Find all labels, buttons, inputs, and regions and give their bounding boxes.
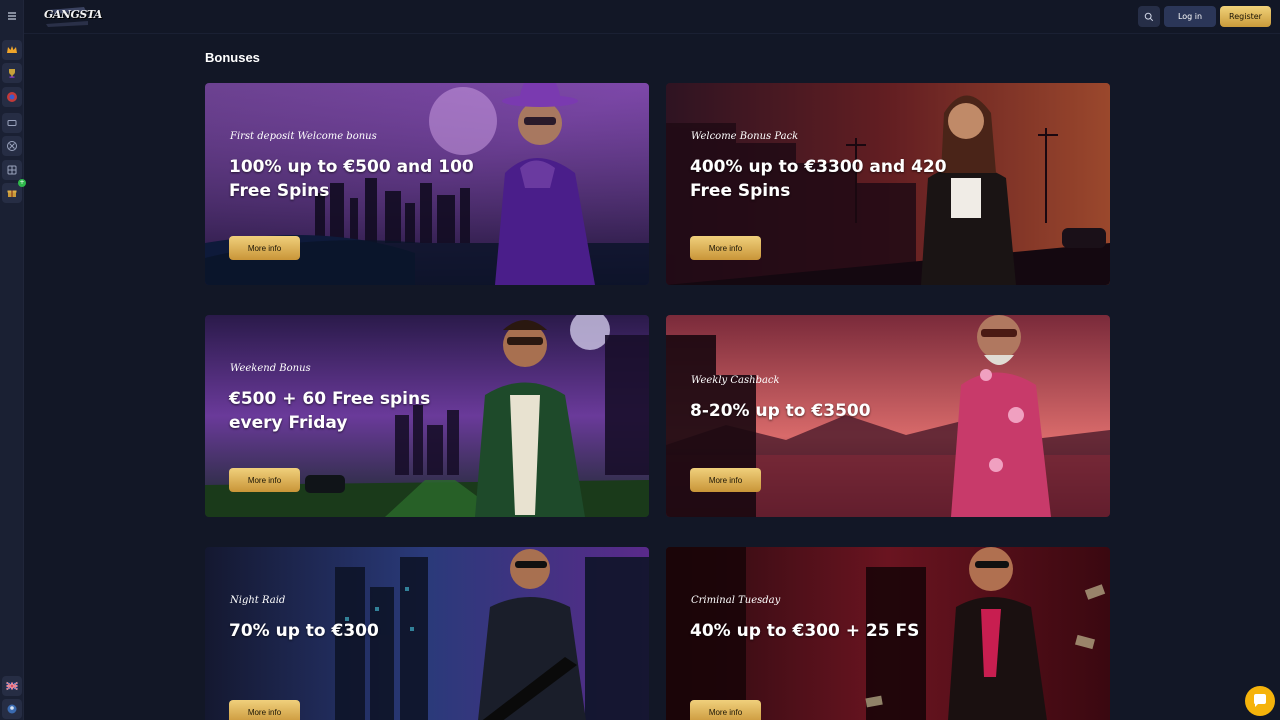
- sidebar-item-casino[interactable]: [2, 136, 22, 156]
- bonus-title: 70% up to €300: [229, 621, 379, 641]
- login-button[interactable]: Log in: [1164, 6, 1216, 27]
- bonus-subtitle: Weekly Cashback: [691, 375, 780, 386]
- page-title: Bonuses: [205, 50, 260, 65]
- ticket-icon: [7, 120, 17, 126]
- bonus-title: 8-20% up to €3500: [690, 401, 871, 421]
- more-info-button[interactable]: More info: [690, 468, 761, 492]
- bonus-title: 40% up to €300 + 25 FS: [690, 621, 920, 641]
- live-chat-button[interactable]: [1245, 686, 1275, 716]
- bonus-title: 100% up to €500 and 100 Free Spins: [229, 157, 474, 201]
- bonus-card[interactable]: Criminal Tuesday 40% up to €300 + 25 FS …: [666, 547, 1110, 720]
- menu-icon[interactable]: [2, 6, 22, 26]
- bonus-card[interactable]: Welcome Bonus Pack 400% up to €3300 and …: [666, 83, 1110, 285]
- sidebar-item-games[interactable]: [2, 160, 22, 180]
- sidebar-item-bonuses[interactable]: +: [2, 179, 26, 203]
- search-icon: [1144, 12, 1154, 21]
- chip-icon: [7, 141, 17, 151]
- bonus-card[interactable]: Weekend Bonus €500 + 60 Free spins every…: [205, 315, 649, 517]
- wheel-icon: [7, 92, 17, 102]
- sidebar-item-promotions[interactable]: [2, 40, 22, 60]
- top-header: GANGSTA Log in Register: [24, 0, 1280, 34]
- bonus-subtitle: Welcome Bonus Pack: [691, 131, 799, 142]
- sidebar-item-tournaments[interactable]: [2, 63, 22, 83]
- bonus-card[interactable]: First deposit Welcome bonus 100% up to €…: [205, 83, 649, 285]
- new-badge: +: [18, 179, 26, 187]
- trophy-icon: [9, 69, 15, 78]
- more-info-button[interactable]: More info: [229, 700, 300, 720]
- support-button[interactable]: [2, 699, 22, 719]
- sidebar: +: [0, 0, 26, 720]
- bonus-subtitle: First deposit Welcome bonus: [230, 131, 377, 142]
- bonus-subtitle: Night Raid: [230, 595, 286, 606]
- bonus-card[interactable]: Weekly Cashback 8-20% up to €3500 More i…: [666, 315, 1110, 517]
- support-icon: [7, 704, 17, 714]
- bonus-subtitle: Weekend Bonus: [230, 363, 311, 374]
- search-button[interactable]: [1138, 6, 1160, 27]
- sidebar-item-sports[interactable]: [2, 113, 22, 133]
- gift-icon: [7, 190, 17, 197]
- grid-icon: [7, 165, 17, 175]
- register-button[interactable]: Register: [1220, 6, 1271, 27]
- site-logo[interactable]: GANGSTA: [44, 4, 102, 28]
- bonus-title: €500 + 60 Free spins every Friday: [229, 389, 431, 433]
- logo-text: GANGSTA: [44, 8, 102, 21]
- chat-bubble-icon: [1254, 694, 1266, 707]
- language-selector[interactable]: [2, 676, 22, 696]
- sidebar-item-wheel[interactable]: [2, 87, 22, 107]
- bonus-title: 400% up to €3300 and 420 Free Spins: [690, 157, 947, 201]
- bonus-card[interactable]: Night Raid 70% up to €300 More info: [205, 547, 649, 720]
- crown-icon: [7, 46, 17, 53]
- more-info-button[interactable]: More info: [229, 236, 300, 260]
- more-info-button[interactable]: More info: [690, 700, 761, 720]
- more-info-button[interactable]: More info: [229, 468, 300, 492]
- bonus-subtitle: Criminal Tuesday: [691, 595, 781, 606]
- uk-flag-icon: [6, 681, 18, 691]
- more-info-button[interactable]: More info: [690, 236, 761, 260]
